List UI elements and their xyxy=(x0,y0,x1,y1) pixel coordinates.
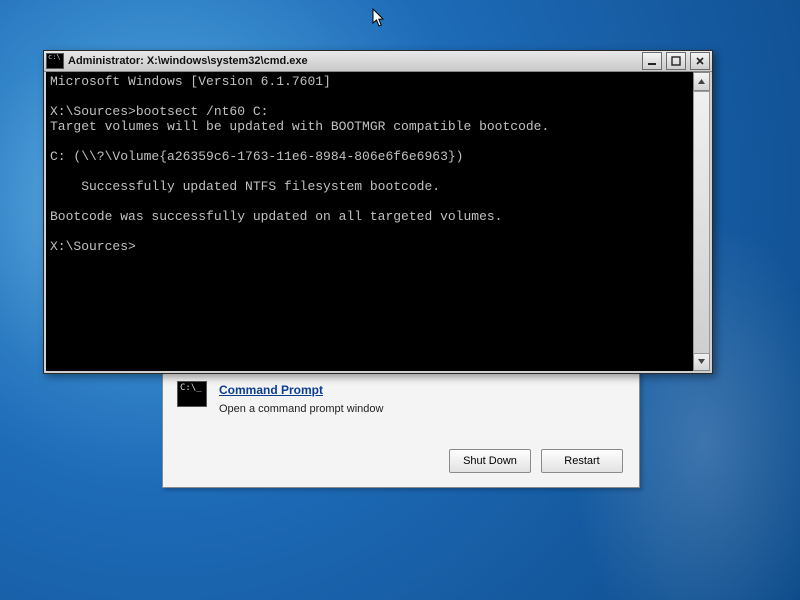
scroll-track[interactable] xyxy=(693,91,710,352)
command-prompt-icon xyxy=(177,381,207,407)
command-prompt-link[interactable]: Command Prompt xyxy=(219,383,323,397)
scroll-up-button[interactable] xyxy=(693,72,710,91)
vertical-scrollbar[interactable] xyxy=(693,72,710,371)
restart-button[interactable]: Restart xyxy=(541,449,623,473)
cmd-titlebar[interactable]: Administrator: X:\windows\system32\cmd.e… xyxy=(44,51,712,72)
tool-row-command-prompt: Command Prompt Open a command prompt win… xyxy=(177,381,625,415)
minimize-button[interactable] xyxy=(642,52,662,70)
tool-text: Command Prompt Open a command prompt win… xyxy=(219,381,383,415)
command-prompt-description: Open a command prompt window xyxy=(219,403,383,415)
cmd-title-icon xyxy=(46,53,64,69)
console-wrap: Microsoft Windows [Version 6.1.7601] X:\… xyxy=(44,72,712,373)
cmd-window: Administrator: X:\windows\system32\cmd.e… xyxy=(43,50,713,374)
close-button[interactable] xyxy=(690,52,710,70)
scroll-thumb[interactable] xyxy=(693,91,710,354)
dialog-body: Command Prompt Open a command prompt win… xyxy=(177,381,625,429)
dialog-button-row: Shut Down Restart xyxy=(449,449,623,473)
mouse-cursor-icon xyxy=(372,8,386,28)
cmd-title-text: Administrator: X:\windows\system32\cmd.e… xyxy=(68,55,638,67)
shutdown-button[interactable]: Shut Down xyxy=(449,449,531,473)
scroll-down-button[interactable] xyxy=(693,352,710,371)
maximize-button[interactable] xyxy=(666,52,686,70)
console-output[interactable]: Microsoft Windows [Version 6.1.7601] X:\… xyxy=(46,72,693,371)
